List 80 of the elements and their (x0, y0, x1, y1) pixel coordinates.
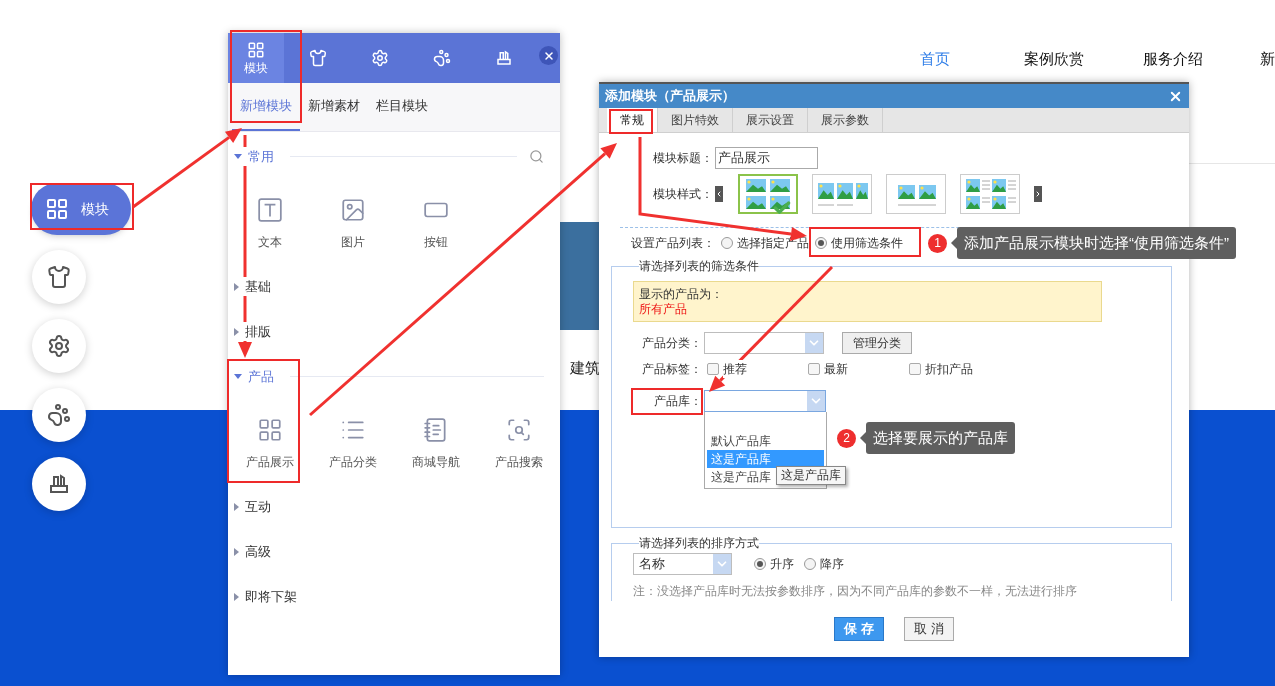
callout-tooltip: 选择要展示的产品库 (866, 422, 1015, 454)
radio-button[interactable] (754, 558, 766, 570)
grid-search-icon (505, 417, 532, 443)
shirt-icon (309, 49, 327, 67)
style-option[interactable] (738, 174, 798, 214)
pen-holder-icon (47, 472, 71, 496)
nav-link[interactable]: 新 (1260, 48, 1275, 71)
field-label: 产品分类： (642, 336, 702, 350)
section-legend: 请选择列表的筛选条件 (639, 258, 759, 274)
grid-icon (45, 197, 69, 221)
cancel-button[interactable]: 取 消 (904, 617, 954, 641)
style-option[interactable] (960, 174, 1020, 214)
module-item[interactable]: 按钮 (422, 197, 449, 251)
field-label: 产品库： (654, 394, 702, 408)
paw-icon (47, 403, 71, 427)
sort-note: 注：没选择产品库时无法按参数排序，因为不同产品库的参数不一样，无法进行排序 (633, 583, 1078, 600)
style-option[interactable] (886, 174, 946, 214)
module-item[interactable]: 产品展示 (245, 417, 294, 471)
chevron-left-icon (715, 190, 723, 198)
style-option[interactable] (812, 174, 872, 214)
field-label: 模块样式： (652, 186, 713, 203)
next-button[interactable] (1034, 186, 1042, 202)
radio-label: 升序 (770, 556, 794, 573)
grid-icon (247, 41, 265, 59)
module-item[interactable]: 图片 (339, 197, 366, 251)
dialog-title: 添加模块（产品展示） (605, 87, 735, 106)
highlight-box (609, 109, 653, 134)
notebook-icon (422, 417, 449, 443)
hover-tooltip: 这是产品库 (776, 466, 846, 485)
nav-link[interactable]: 服务介绍 (1113, 48, 1233, 71)
panel-subtab[interactable]: 新增素材 (300, 83, 368, 131)
checkbox-label: 推荐 (723, 360, 747, 378)
library-select[interactable] (704, 390, 826, 412)
group-header[interactable]: 排版 (234, 321, 271, 342)
caption-text: 建筑 (570, 358, 600, 378)
checkbox[interactable] (808, 363, 820, 375)
module-item[interactable]: 产品搜索 (494, 417, 543, 471)
close-button[interactable] (539, 46, 558, 65)
checkbox[interactable] (909, 363, 921, 375)
chevron-right-icon (1034, 190, 1042, 198)
module-item[interactable]: 产品分类 (328, 417, 377, 471)
close-icon (542, 49, 555, 62)
radio-button[interactable] (804, 558, 816, 570)
module-item[interactable]: 商城导航 (411, 417, 460, 471)
field-label: 产品标签： (642, 362, 702, 376)
panel-subtab[interactable]: 栏目模块 (368, 83, 436, 131)
image-icon (339, 197, 366, 223)
section-legend: 请选择列表的排序方式 (639, 535, 759, 551)
settings-icon (47, 334, 71, 358)
field-label: 模块标题： (653, 151, 713, 165)
radio-label: 使用筛选条件 (831, 235, 903, 252)
dropdown-option[interactable]: 默认产品库 (707, 432, 824, 450)
settings-icon (371, 49, 389, 67)
group-header[interactable]: 基础 (234, 276, 271, 297)
paw-icon (433, 49, 451, 67)
shirt-icon (47, 265, 71, 289)
group-header[interactable]: 常用 (234, 146, 274, 167)
nav-link[interactable]: 案例欣赏 (994, 48, 1114, 71)
manage-category-button[interactable]: 管理分类 (842, 332, 912, 354)
grid-icon (256, 417, 283, 443)
previous-button[interactable] (715, 186, 723, 202)
pen-holder-icon (495, 49, 513, 67)
title-input[interactable]: 产品展示 (715, 147, 818, 169)
radio-button[interactable] (721, 237, 733, 249)
sort-select[interactable]: 名称 (633, 553, 732, 575)
highlight-box (631, 388, 703, 415)
notice-value: 所有产品 (639, 302, 688, 317)
category-select[interactable] (704, 332, 824, 354)
module-item[interactable]: 文本 (256, 197, 283, 251)
notice-label: 显示的产品为： (639, 287, 724, 302)
radio-button[interactable] (815, 237, 827, 249)
field-label: 设置产品列表： (631, 235, 715, 252)
checkbox-label: 最新 (824, 360, 848, 378)
checkbox[interactable] (707, 363, 719, 375)
checkbox-label: 折扣产品 (925, 360, 973, 378)
radio-label: 降序 (820, 556, 844, 573)
search-icon[interactable] (529, 149, 544, 164)
nav-link[interactable]: 首页 (875, 48, 995, 71)
callout-tooltip: 添加产品展示模块时选择“使用筛选条件” (957, 227, 1236, 259)
text-icon (256, 197, 283, 223)
